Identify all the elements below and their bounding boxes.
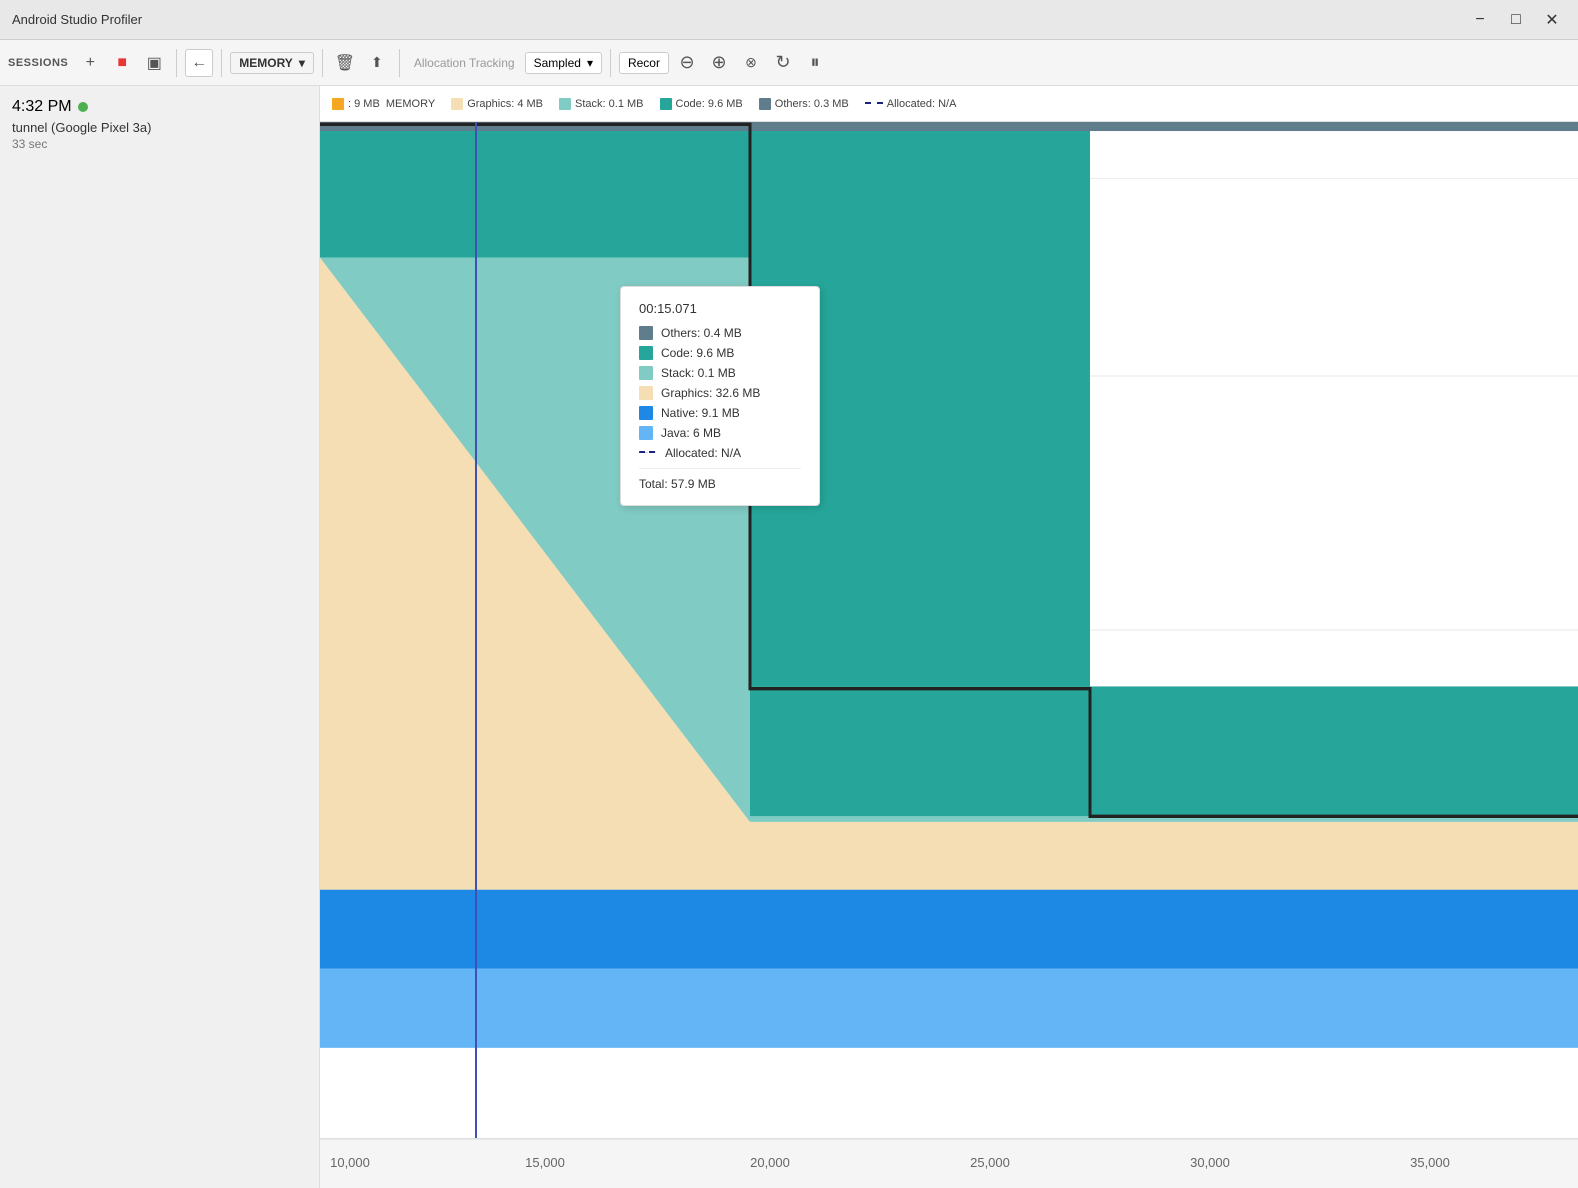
refresh-button[interactable]: ↻ <box>769 49 797 77</box>
tooltip-label-others: Others: 0.4 MB <box>661 326 742 340</box>
tooltip-swatch-allocated <box>639 451 657 455</box>
minimize-button[interactable]: − <box>1466 6 1494 34</box>
legend-label-stack: Stack: 0.1 MB <box>575 98 643 110</box>
svg-text:35,000: 35,000 <box>1410 1155 1450 1170</box>
toolbar: SESSIONS + ■ ▣ ← MEMORY ▾ 🗑 ⬆ Allocation… <box>0 40 1578 86</box>
legend-item-graphics: Graphics: 4 MB <box>451 98 543 110</box>
x-axis-svg: 10,000 15,000 20,000 25,000 30,000 35,00… <box>320 1139 1578 1188</box>
tooltip-row-stack: Stack: 0.1 MB <box>639 366 801 380</box>
record-button[interactable]: Recor <box>619 52 669 74</box>
session-time: 4:32 PM <box>12 98 307 116</box>
zoom-in-button[interactable]: ⊕ <box>705 49 733 77</box>
legend-swatch-others <box>759 98 771 110</box>
tooltip-row-code: Code: 9.6 MB <box>639 346 801 360</box>
svg-text:15,000: 15,000 <box>525 1155 565 1170</box>
close-button[interactable]: ✕ <box>1538 6 1566 34</box>
tooltip-swatch-others <box>639 326 653 340</box>
session-time-text: 4:32 PM <box>12 98 72 116</box>
legend-item-code: Code: 9.6 MB <box>660 98 743 110</box>
tooltip-row-graphics: Graphics: 32.6 MB <box>639 386 801 400</box>
app-title: Android Studio Profiler <box>12 12 142 27</box>
legend-label-code: Code: 9.6 MB <box>676 98 743 110</box>
tooltip-label-allocated: Allocated: N/A <box>665 446 741 460</box>
legend-label-allocated: Allocated: N/A <box>887 98 957 110</box>
separator-2 <box>221 49 222 77</box>
tooltip-row-allocated: Allocated: N/A <box>639 446 801 460</box>
add-session-button[interactable]: + <box>76 49 104 77</box>
delete-button[interactable]: 🗑 <box>331 49 359 77</box>
legend-item-allocated: Allocated: N/A <box>865 98 957 110</box>
session-active-dot <box>78 102 88 112</box>
legend-swatch-stack <box>559 98 571 110</box>
back-button[interactable]: ← <box>185 49 213 77</box>
legend-swatch-allocated <box>865 102 883 105</box>
cursor-line <box>475 122 477 1138</box>
legend-label-memory: : 9 MB MEMORY <box>348 98 435 110</box>
sampled-label: Sampled <box>534 56 581 70</box>
session-duration: 33 sec <box>12 137 307 151</box>
tooltip-swatch-native <box>639 406 653 420</box>
memory-dropdown[interactable]: MEMORY ▾ <box>230 52 314 74</box>
legend-swatch-code <box>660 98 672 110</box>
chart-svg <box>320 122 1578 1138</box>
tooltip-label-graphics: Graphics: 32.6 MB <box>661 386 760 400</box>
tooltip-row-others: Others: 0.4 MB <box>639 326 801 340</box>
legend-swatch-memory <box>332 98 344 110</box>
chart-svg-container <box>320 122 1578 1138</box>
tooltip-label-code: Code: 9.6 MB <box>661 346 734 360</box>
separator-1 <box>176 49 177 77</box>
separator-5 <box>610 49 611 77</box>
pause-button[interactable]: ⏸ <box>801 49 829 77</box>
zoom-out-button[interactable]: ⊖ <box>673 49 701 77</box>
record-label: Recor <box>628 56 660 70</box>
tooltip-total: Total: 57.9 MB <box>639 468 801 491</box>
memory-dropdown-arrow: ▾ <box>299 56 305 70</box>
tooltip-label-java: Java: 6 MB <box>661 426 721 440</box>
svg-text:30,000: 30,000 <box>1190 1155 1230 1170</box>
legend-label-graphics: Graphics: 4 MB <box>467 98 543 110</box>
sampled-dropdown[interactable]: Sampled ▾ <box>525 52 602 74</box>
legend-item-stack: Stack: 0.1 MB <box>559 98 643 110</box>
session-device: tunnel (Google Pixel 3a) <box>12 120 307 135</box>
main-layout: 4:32 PM tunnel (Google Pixel 3a) 33 sec … <box>0 86 1578 1188</box>
tooltip-label-stack: Stack: 0.1 MB <box>661 366 736 380</box>
tooltip-swatch-code <box>639 346 653 360</box>
tooltip-swatch-graphics <box>639 386 653 400</box>
tooltip: 00:15.071 Others: 0.4 MB Code: 9.6 MB St… <box>620 286 820 506</box>
maximize-button[interactable]: □ <box>1502 6 1530 34</box>
java-band <box>320 969 1578 1048</box>
legend-label-others: Others: 0.3 MB <box>775 98 849 110</box>
window-controls: − □ ✕ <box>1466 6 1566 34</box>
layout-button[interactable]: ▣ <box>140 49 168 77</box>
x-axis: 10,000 15,000 20,000 25,000 30,000 35,00… <box>320 1138 1578 1188</box>
tooltip-row-java: Java: 6 MB <box>639 426 801 440</box>
legend-bar: : 9 MB MEMORY Graphics: 4 MB Stack: 0.1 … <box>320 86 1578 122</box>
reset-zoom-button[interactable]: ⊗ <box>737 49 765 77</box>
legend-swatch-graphics <box>451 98 463 110</box>
separator-4 <box>399 49 400 77</box>
svg-text:25,000: 25,000 <box>970 1155 1010 1170</box>
tooltip-swatch-java <box>639 426 653 440</box>
separator-3 <box>322 49 323 77</box>
sidebar: 4:32 PM tunnel (Google Pixel 3a) 33 sec <box>0 86 320 1188</box>
tooltip-row-native: Native: 9.1 MB <box>639 406 801 420</box>
sessions-label: SESSIONS <box>8 57 68 69</box>
tooltip-label-native: Native: 9.1 MB <box>661 406 740 420</box>
legend-item-others: Others: 0.3 MB <box>759 98 849 110</box>
legend-item-memory: : 9 MB MEMORY <box>332 98 435 110</box>
stop-button[interactable]: ■ <box>108 49 136 77</box>
svg-text:20,000: 20,000 <box>750 1155 790 1170</box>
allocation-tracking-label: Allocation Tracking <box>408 53 521 73</box>
memory-label-text: MEMORY <box>239 56 293 70</box>
native-band <box>320 890 1578 969</box>
tooltip-time: 00:15.071 <box>639 301 801 316</box>
tooltip-swatch-stack <box>639 366 653 380</box>
chart-area[interactable]: : 9 MB MEMORY Graphics: 4 MB Stack: 0.1 … <box>320 86 1578 1188</box>
export-button[interactable]: ⬆ <box>363 49 391 77</box>
sampled-dropdown-arrow: ▾ <box>587 56 593 70</box>
svg-text:10,000: 10,000 <box>330 1155 370 1170</box>
title-bar: Android Studio Profiler − □ ✕ <box>0 0 1578 40</box>
